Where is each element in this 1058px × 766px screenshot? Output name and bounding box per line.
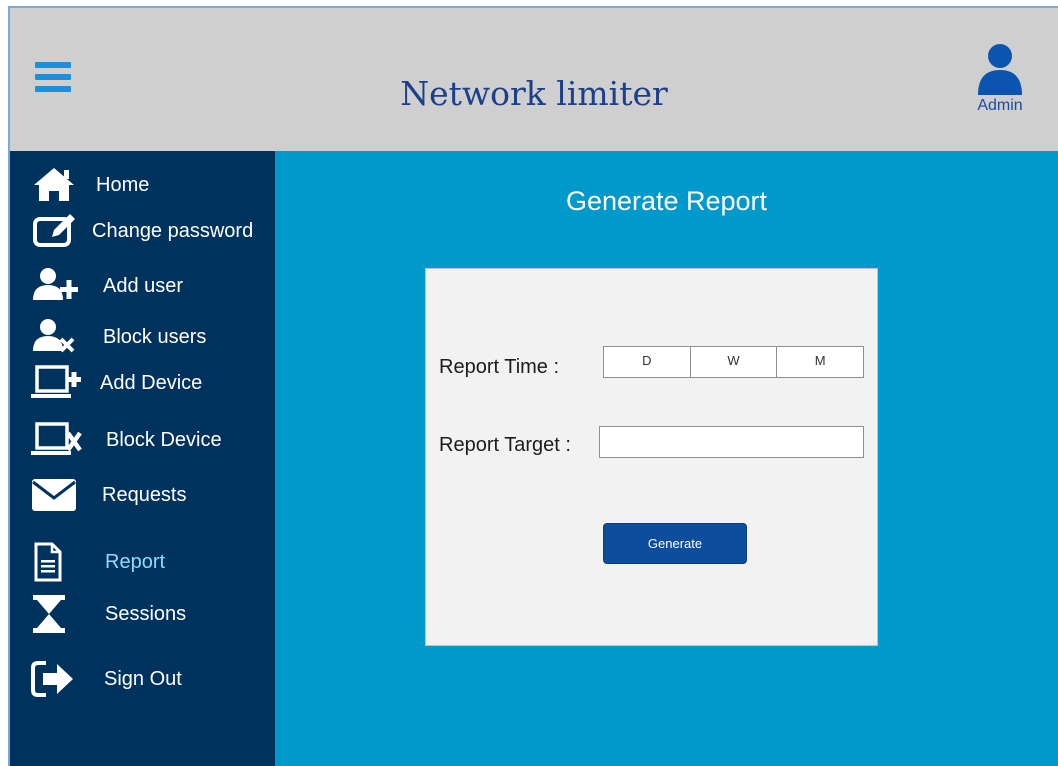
sidebar-item-sessions[interactable]: Sessions <box>10 594 275 634</box>
report-time-label: Report Time : <box>439 356 560 378</box>
sidebar-item-label: Block users <box>103 326 207 348</box>
sidebar: Home Change password Add user Block user… <box>10 151 275 766</box>
sidebar-item-block-users[interactable]: Block users <box>10 317 275 357</box>
user-add-icon <box>33 268 78 300</box>
sidebar-item-add-device[interactable]: Add Device <box>10 363 275 403</box>
laptop-block-icon <box>31 422 82 455</box>
sidebar-item-home[interactable]: Home <box>10 165 275 205</box>
user-account[interactable]: Admin <box>970 43 1030 115</box>
report-time-option-day[interactable]: D <box>604 347 691 377</box>
document-icon <box>34 542 62 582</box>
sidebar-item-sign-out[interactable]: Sign Out <box>10 659 275 699</box>
edit-icon <box>33 214 75 247</box>
generate-button[interactable]: Generate <box>603 523 747 564</box>
home-icon <box>34 168 74 201</box>
report-target-label: Report Target : <box>439 434 571 456</box>
sidebar-item-report[interactable]: Report <box>10 542 275 582</box>
report-time-selector: D W M <box>603 346 864 378</box>
envelope-icon <box>32 479 76 511</box>
sidebar-item-block-device[interactable]: Block Device <box>10 420 275 460</box>
hourglass-icon <box>33 595 65 633</box>
user-avatar-icon <box>978 44 1022 95</box>
user-block-icon <box>33 319 75 353</box>
user-label: Admin <box>977 97 1023 114</box>
sidebar-item-label: Home <box>96 174 150 196</box>
report-time-option-week[interactable]: W <box>691 347 778 377</box>
sign-out-icon <box>31 661 73 697</box>
sidebar-item-add-user[interactable]: Add user <box>10 266 275 306</box>
sidebar-item-label: Add user <box>103 275 184 297</box>
laptop-add-icon <box>31 365 81 398</box>
app-title: Network limiter <box>400 74 668 113</box>
sidebar-item-requests[interactable]: Requests <box>10 475 275 515</box>
sidebar-item-label: Requests <box>102 484 187 506</box>
sidebar-item-label: Add Device <box>100 372 203 394</box>
page-title: Generate Report <box>565 186 768 216</box>
sidebar-item-label: Change password <box>92 220 254 242</box>
report-form-card: Report Time : D W M Report Target : Gene… <box>425 268 878 646</box>
report-time-option-month[interactable]: M <box>777 347 863 377</box>
sidebar-item-label: Sessions <box>105 603 187 625</box>
sidebar-item-label: Block Device <box>106 429 222 451</box>
sidebar-item-label: Report <box>105 551 166 573</box>
report-target-input[interactable] <box>599 426 864 458</box>
sidebar-item-label: Sign Out <box>104 668 182 690</box>
header-bar: Network limiter Admin <box>10 8 1058 151</box>
sidebar-item-change-password[interactable]: Change password <box>10 211 275 251</box>
